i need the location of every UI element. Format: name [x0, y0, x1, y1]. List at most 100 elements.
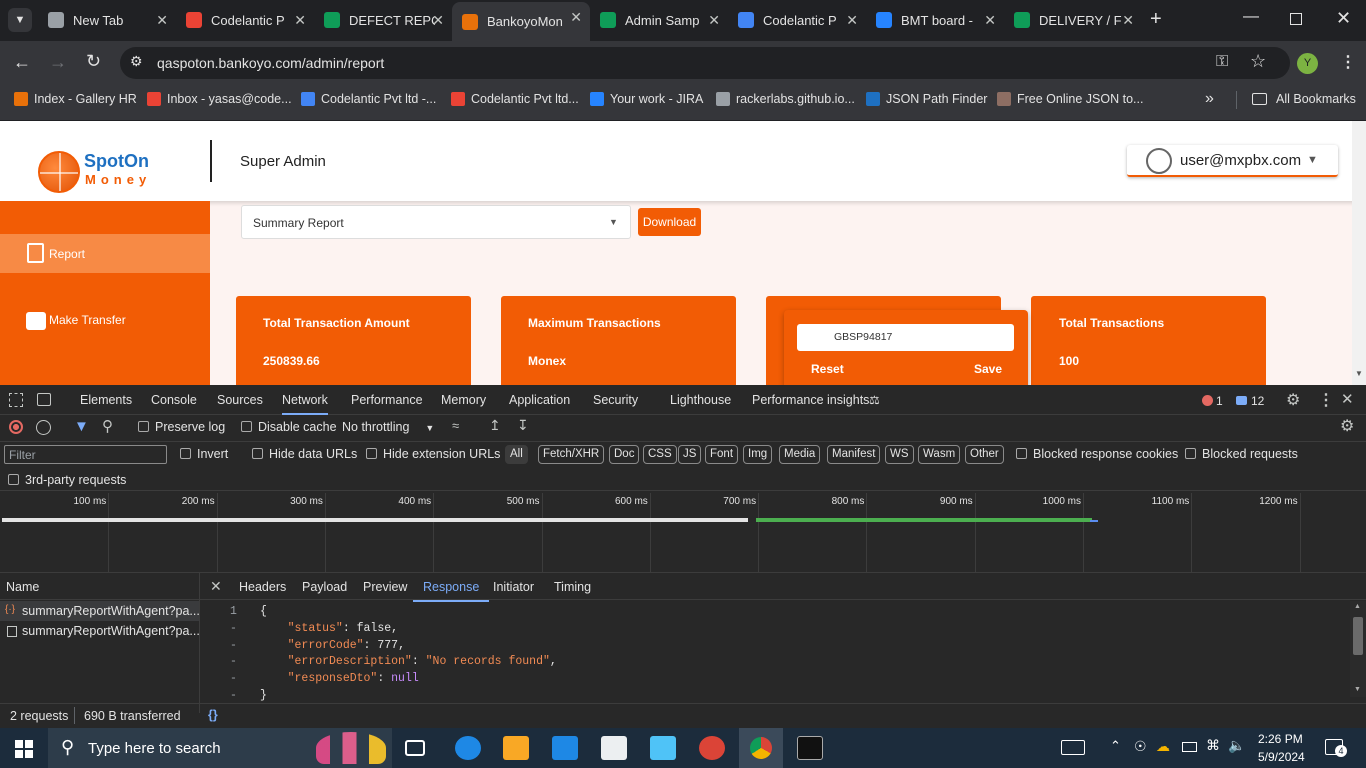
filter-type-other[interactable]: Other	[965, 445, 1004, 464]
filter-type-js[interactable]: JS	[678, 445, 702, 464]
file-explorer-icon[interactable]	[503, 736, 529, 760]
detail-tab-timing[interactable]: Timing	[554, 580, 591, 594]
bookmark-link[interactable]: JSON Path Finder	[866, 92, 987, 106]
devtools-tab-lighthouse[interactable]: Lighthouse	[670, 393, 731, 407]
filter-type-doc[interactable]: Doc	[609, 445, 640, 464]
agent-code-input[interactable]: GBSP94817	[797, 324, 1014, 351]
filter-type-media[interactable]: Media	[779, 445, 821, 464]
request-row-selected[interactable]: {·} summaryReportWithAgent?pa...	[0, 601, 200, 621]
browser-menu-icon[interactable]: ⋮	[1340, 52, 1356, 72]
request-row[interactable]: summaryReportWithAgent?pa...	[0, 621, 200, 641]
devtools-tab-console[interactable]: Console	[151, 393, 197, 407]
tab-search-button[interactable]: ▼	[8, 8, 32, 32]
profile-avatar[interactable]: Y	[1297, 53, 1318, 74]
devtools-tab-application[interactable]: Application	[509, 393, 570, 407]
browser-tab[interactable]: Codelantic P ✕	[176, 5, 314, 35]
throttling-select[interactable]: No throttling ▼	[342, 420, 434, 434]
scroll-up-arrow-icon[interactable]: ▲	[1354, 603, 1361, 610]
devtools-menu-icon[interactable]: ⋮	[1318, 390, 1334, 410]
export-har-download-icon[interactable]: ↧	[517, 417, 529, 434]
invert-checkbox[interactable]: Invert	[180, 447, 228, 461]
filter-type-manifest[interactable]: Manifest	[827, 445, 881, 464]
taskbar-search-box[interactable]: ⚲ Type here to search	[48, 728, 392, 768]
windows-start-icon[interactable]	[15, 740, 33, 758]
detail-tab-response[interactable]: Response	[413, 580, 490, 602]
forward-button[interactable]: →	[49, 52, 67, 73]
response-scrollbar[interactable]: ▲ ▼	[1350, 601, 1366, 697]
mail-icon[interactable]	[601, 736, 627, 760]
browser-tab[interactable]: BankoyoMon ✕	[452, 2, 590, 41]
restore-button[interactable]	[1290, 13, 1302, 25]
bookmark-link[interactable]: Free Online JSON to...	[997, 92, 1143, 106]
notification-center-icon[interactable]: 4	[1325, 739, 1347, 757]
blocked-response-cookies-checkbox[interactable]: Blocked response cookies	[1016, 447, 1178, 461]
browser-tab[interactable]: DELIVERY / F ✕	[1004, 5, 1142, 35]
detail-tab-preview[interactable]: Preview	[363, 580, 407, 594]
close-tab-icon[interactable]: ✕	[708, 12, 720, 29]
scroll-thumb[interactable]	[1353, 617, 1363, 655]
remote-desktop-icon[interactable]	[650, 736, 676, 760]
more-bookmarks-chevron-icon[interactable]: »	[1205, 90, 1214, 108]
clock-date[interactable]: 5/9/2024	[1258, 750, 1305, 764]
device-toolbar-icon[interactable]	[37, 393, 51, 406]
tray-chevron-up-icon[interactable]: ⌃	[1110, 738, 1121, 754]
preserve-log-checkbox[interactable]: Preserve log	[138, 420, 225, 434]
close-tab-icon[interactable]: ✕	[432, 12, 444, 29]
browser-tab[interactable]: Admin Samp ✕	[590, 5, 728, 35]
browser-tab[interactable]: BMT board - ✕	[866, 5, 1004, 35]
tray-sync-icon[interactable]: ☉	[1134, 738, 1147, 755]
volume-icon[interactable]: 🔈	[1228, 737, 1245, 754]
close-window-button[interactable]: ✕	[1336, 8, 1351, 29]
filter-type-ws[interactable]: WS	[885, 445, 914, 464]
new-tab-button[interactable]: +	[1150, 8, 1162, 30]
clear-icon[interactable]	[36, 420, 51, 435]
inspect-element-icon[interactable]	[9, 393, 23, 407]
sidebar-item-make-transfer[interactable]: Make Transfer	[0, 301, 210, 340]
blocked-requests-checkbox[interactable]: Blocked requests	[1185, 447, 1298, 461]
close-tab-icon[interactable]: ✕	[984, 12, 996, 29]
devtools-tab-sources[interactable]: Sources	[217, 393, 263, 407]
store-icon[interactable]	[552, 736, 578, 760]
back-button[interactable]: ←	[13, 52, 31, 73]
devtools-tab-network[interactable]: Network	[282, 393, 328, 415]
devtools-tab-performance[interactable]: Performance	[351, 393, 423, 407]
bookmark-link[interactable]: Your work - JIRA	[590, 92, 703, 106]
devtools-settings-gear-icon[interactable]: ⚙	[1286, 390, 1300, 410]
devtools-tab-security[interactable]: Security	[593, 393, 638, 407]
scroll-down-arrow-icon[interactable]: ▼	[1355, 369, 1363, 378]
terminal-icon[interactable]	[797, 736, 823, 760]
page-scrollbar[interactable]: ▼	[1352, 121, 1366, 385]
browser-tab[interactable]: Codelantic P ✕	[728, 5, 866, 35]
user-menu[interactable]: user@mxpbx.com ▼	[1127, 145, 1338, 177]
scroll-down-arrow-icon[interactable]: ▼	[1354, 686, 1361, 693]
all-bookmarks-link[interactable]: All Bookmarks	[1252, 92, 1356, 106]
bookmark-link[interactable]: Codelantic Pvt ltd...	[451, 92, 579, 106]
close-tab-icon[interactable]: ✕	[156, 12, 168, 29]
filter-type-font[interactable]: Font	[705, 445, 739, 464]
close-tab-icon[interactable]: ✕	[846, 12, 858, 29]
devtools-close-icon[interactable]: ✕	[1341, 390, 1354, 408]
search-icon[interactable]: ⚲	[102, 417, 113, 435]
browser-tab[interactable]: New Tab ✕	[38, 5, 176, 35]
detail-tab-payload[interactable]: Payload	[302, 580, 347, 594]
site-info-icon[interactable]: ⚙	[130, 53, 143, 70]
url-text[interactable]: qaspoton.bankoyo.com/admin/report	[157, 55, 384, 71]
close-tab-icon[interactable]: ✕	[294, 12, 306, 29]
message-count-badge[interactable]: 12	[1236, 394, 1264, 408]
clock-time[interactable]: 2:26 PM	[1258, 732, 1303, 746]
hide-extension-urls-checkbox[interactable]: Hide extension URLs	[366, 447, 500, 461]
edge-icon[interactable]	[455, 736, 481, 760]
bookmark-star-icon[interactable]: ☆	[1250, 51, 1266, 72]
devtools-tab-memory[interactable]: Memory	[441, 393, 486, 407]
devtools-tab-elements[interactable]: Elements	[80, 393, 132, 407]
task-view-icon[interactable]	[405, 740, 425, 756]
network-settings-gear-icon[interactable]: ⚙	[1340, 416, 1354, 436]
password-key-icon[interactable]: ⚿	[1216, 53, 1228, 71]
wifi-icon[interactable]: ⌘	[1206, 737, 1220, 754]
bookmark-link[interactable]: Codelantic Pvt ltd -...	[301, 92, 436, 106]
disable-cache-checkbox[interactable]: Disable cache	[241, 420, 337, 434]
tray-weather-icon[interactable]: ☁	[1156, 738, 1170, 755]
filter-funnel-icon[interactable]: ▼	[74, 418, 89, 435]
filter-type-fetchxhr[interactable]: Fetch/XHR	[538, 445, 605, 464]
detail-tab-headers[interactable]: Headers	[239, 580, 286, 594]
